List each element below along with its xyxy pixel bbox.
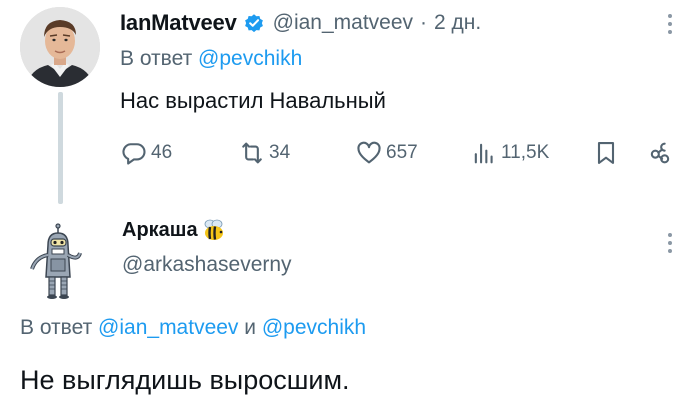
author-name[interactable]: IanMatveev [120, 10, 237, 36]
avatar[interactable] [20, 7, 100, 87]
bee-icon [204, 219, 223, 240]
reply-icon [122, 143, 146, 165]
like-count: 657 [386, 142, 418, 163]
author-handle[interactable]: @arkashaseverny [122, 253, 292, 277]
reply-tweet: Аркаша @arkashaseverny В ответ @ian_matv… [0, 205, 694, 409]
author-handle[interactable]: @ian_matveev [273, 11, 413, 35]
robot-avatar-image [30, 223, 82, 299]
thread-line [58, 92, 63, 204]
reply-prefix: В ответ [120, 47, 193, 70]
tweet-text: Нас вырастил Навальный [120, 88, 386, 113]
tweet-header: IanMatveev @ian_matveev · 2 дн. [120, 8, 481, 38]
reply-mention[interactable]: @ian_matveev [98, 316, 238, 339]
share-button[interactable] [646, 136, 674, 170]
bookmark-icon [597, 142, 615, 164]
like-button[interactable]: 657 [355, 136, 418, 170]
avatar[interactable] [20, 219, 102, 301]
more-icon [660, 229, 680, 253]
more-options-button[interactable] [660, 10, 680, 38]
meta-separator: · [420, 11, 428, 34]
tweet-header: Аркаша [122, 217, 226, 243]
reply-prefix: В ответ [20, 316, 93, 339]
retweet-count: 34 [269, 142, 291, 163]
author-name[interactable]: Аркаша [122, 219, 198, 242]
reply-mention[interactable]: @pevchikh [198, 47, 302, 70]
retweet-icon [242, 142, 262, 164]
bookmark-button[interactable] [592, 136, 620, 170]
reply-context: В ответ @ian_matveev и @pevchikh [20, 316, 366, 340]
views-count: 11,5K [501, 142, 550, 163]
parent-tweet: IanMatveev @ian_matveev · 2 дн. В ответ … [0, 0, 694, 205]
like-icon [357, 141, 381, 164]
reply-count: 46 [151, 142, 173, 163]
reply-context: В ответ @pevchikh [120, 47, 302, 71]
reply-button[interactable]: 46 [120, 136, 172, 170]
more-icon [660, 10, 680, 34]
views-button[interactable]: 11,5K [470, 136, 549, 170]
retweet-button[interactable]: 34 [238, 136, 290, 170]
reply-conjunction: и [244, 316, 257, 339]
tweet-time[interactable]: 2 дн. [434, 11, 481, 35]
more-options-button[interactable] [660, 229, 680, 257]
tweet-text: Не выглядишь выросшим. [20, 365, 350, 395]
verified-badge-icon [244, 14, 263, 33]
tweet-actions: 46 34 657 11,5K [120, 136, 680, 170]
reply-mention[interactable]: @pevchikh [262, 316, 366, 339]
views-icon [474, 143, 493, 164]
avatar-photo [20, 7, 100, 87]
share-icon [650, 142, 670, 164]
